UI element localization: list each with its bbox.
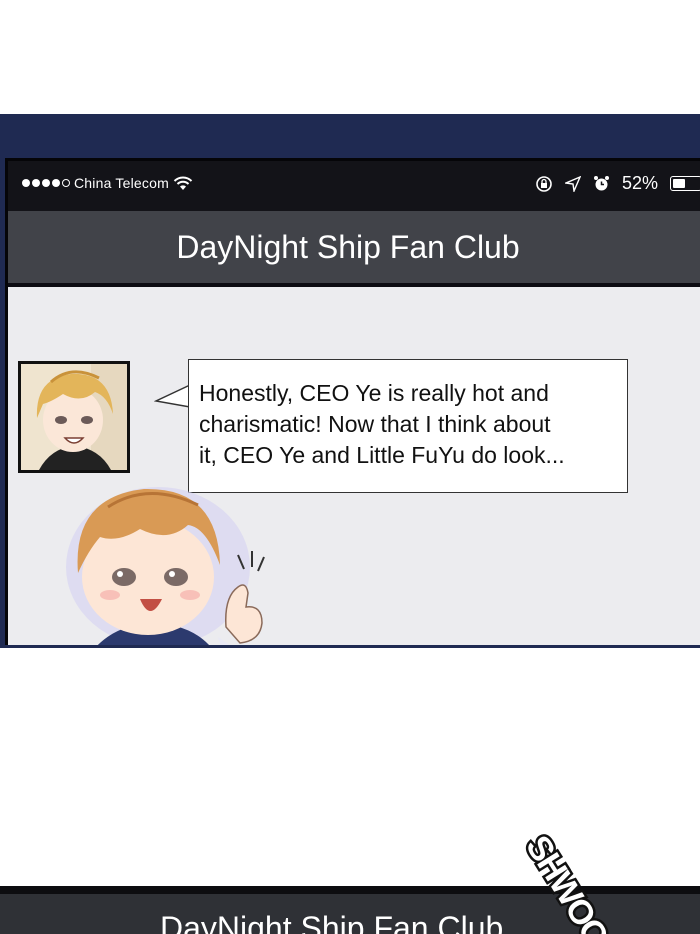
carrier-label: China Telecom [74, 175, 169, 191]
signal-dots-icon [22, 179, 70, 187]
avatar-portrait [21, 364, 127, 470]
message-line-3: it, CEO Ye and Little FuYu do look... [199, 442, 565, 468]
chibi-character [66, 487, 265, 645]
avatar[interactable] [18, 361, 130, 473]
chat-title: DayNight Ship Fan Club [176, 228, 520, 265]
chat-title-bar: DayNight Ship Fan Club [8, 211, 700, 283]
chat-area: Honestly, CEO Ye is really hot and chari… [8, 287, 700, 645]
message-bubble: Honestly, CEO Ye is really hot and chari… [188, 359, 628, 493]
message-line-1: Honestly, CEO Ye is really hot and [199, 380, 549, 406]
status-right: 52% [535, 173, 700, 194]
rotation-lock-icon [536, 175, 552, 192]
location-arrow-icon [564, 175, 581, 192]
alarm-clock-icon [593, 176, 609, 191]
panel2-chat-title: DayNight Ship Fan Club [160, 910, 504, 934]
sfx-lettering: SHWOO [516, 827, 619, 934]
battery-fill [673, 179, 685, 188]
svg-text:SHWOO: SHWOO [518, 829, 616, 934]
phone-screen: China Telecom 52% DayNight Ship Fan Club… [5, 158, 700, 645]
status-bar: China Telecom 52% [8, 161, 700, 211]
battery-icon [670, 176, 700, 191]
comic-panel-1: China Telecom 52% DayNight Ship Fan Club… [0, 114, 700, 648]
wifi-icon [173, 176, 193, 190]
status-left: China Telecom [22, 175, 193, 191]
message-line-2: charismatic! Now that I think about [199, 411, 551, 437]
battery-percent: 52% [621, 173, 658, 193]
